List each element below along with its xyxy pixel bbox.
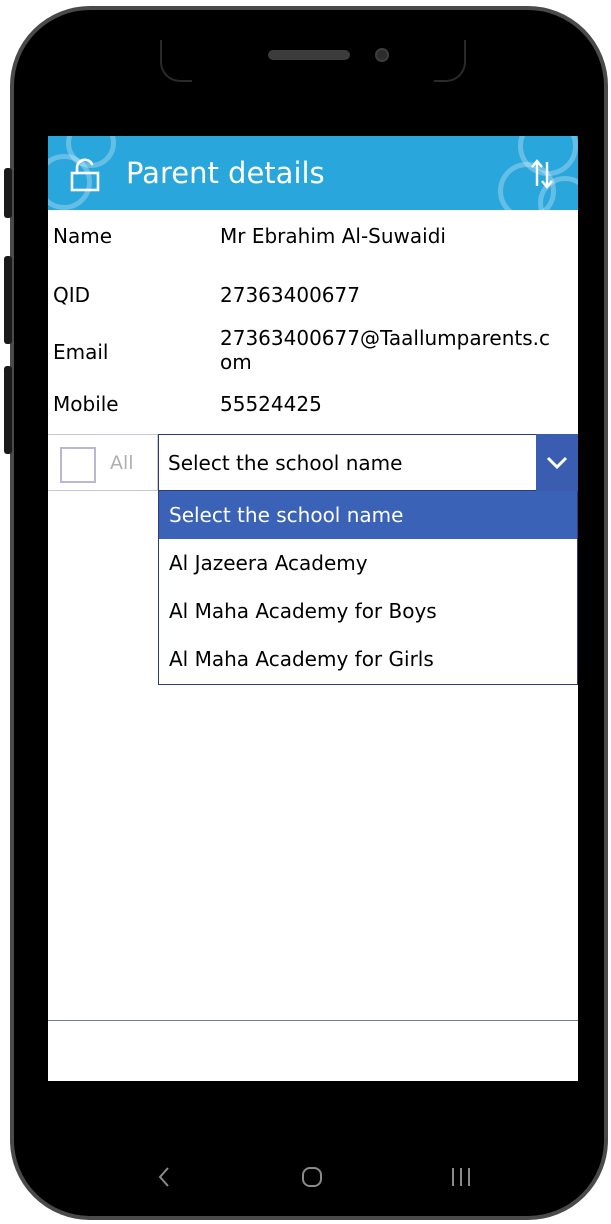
school-dropdown-list: Select the school name Al Jazeera Academ… xyxy=(158,491,578,685)
name-value: Mr Ebrahim Al-Suwaidi xyxy=(220,224,446,248)
speaker-grille xyxy=(268,50,350,60)
email-label: Email xyxy=(53,340,109,364)
dropdown-option[interactable]: Al Maha Academy for Girls xyxy=(159,635,577,683)
email-value-line: om xyxy=(220,350,252,374)
front-camera xyxy=(375,48,389,62)
notch-edge xyxy=(160,40,192,82)
side-button xyxy=(4,168,12,218)
home-icon[interactable] xyxy=(300,1164,324,1190)
email-value-line: 27363400677@Taallumparents.c xyxy=(220,326,550,350)
app-screen: Parent details Name Mr Ebrahim Al-Suwaid… xyxy=(48,136,578,1081)
chevron-down-icon xyxy=(546,456,568,470)
option-label: Al Jazeera Academy xyxy=(169,551,368,575)
all-checkbox[interactable] xyxy=(60,447,96,483)
divider xyxy=(48,490,158,491)
header-bar: Parent details xyxy=(48,136,578,210)
school-select[interactable]: Select the school name xyxy=(158,434,578,491)
page-title: Parent details xyxy=(126,156,325,190)
name-label: Name xyxy=(53,224,113,248)
dropdown-option[interactable]: Al Jazeera Academy xyxy=(159,539,577,587)
dropdown-option[interactable]: Select the school name xyxy=(159,491,577,539)
mobile-label: Mobile xyxy=(53,392,119,416)
qid-label: QID xyxy=(53,283,91,307)
volume-up-button xyxy=(4,256,12,344)
recents-icon[interactable] xyxy=(448,1164,474,1190)
all-filter: All xyxy=(48,434,158,491)
lock-open-icon[interactable] xyxy=(70,158,100,192)
divider xyxy=(48,1020,578,1021)
option-label: Al Maha Academy for Boys xyxy=(169,599,437,623)
email-value: 27363400677@Taallumparents.c om xyxy=(220,326,578,374)
back-icon[interactable] xyxy=(154,1164,174,1190)
school-select-value: Select the school name xyxy=(168,451,403,475)
all-label: All xyxy=(110,452,134,474)
dropdown-option[interactable]: Al Maha Academy for Boys xyxy=(159,587,577,635)
mobile-value: 55524425 xyxy=(220,392,322,416)
dropdown-button[interactable] xyxy=(536,434,578,491)
volume-down-button xyxy=(4,366,12,454)
option-label: Select the school name xyxy=(169,503,404,527)
qid-value: 27363400677 xyxy=(220,283,360,307)
option-label: Al Maha Academy for Girls xyxy=(169,647,434,671)
sort-icon[interactable] xyxy=(529,156,555,192)
